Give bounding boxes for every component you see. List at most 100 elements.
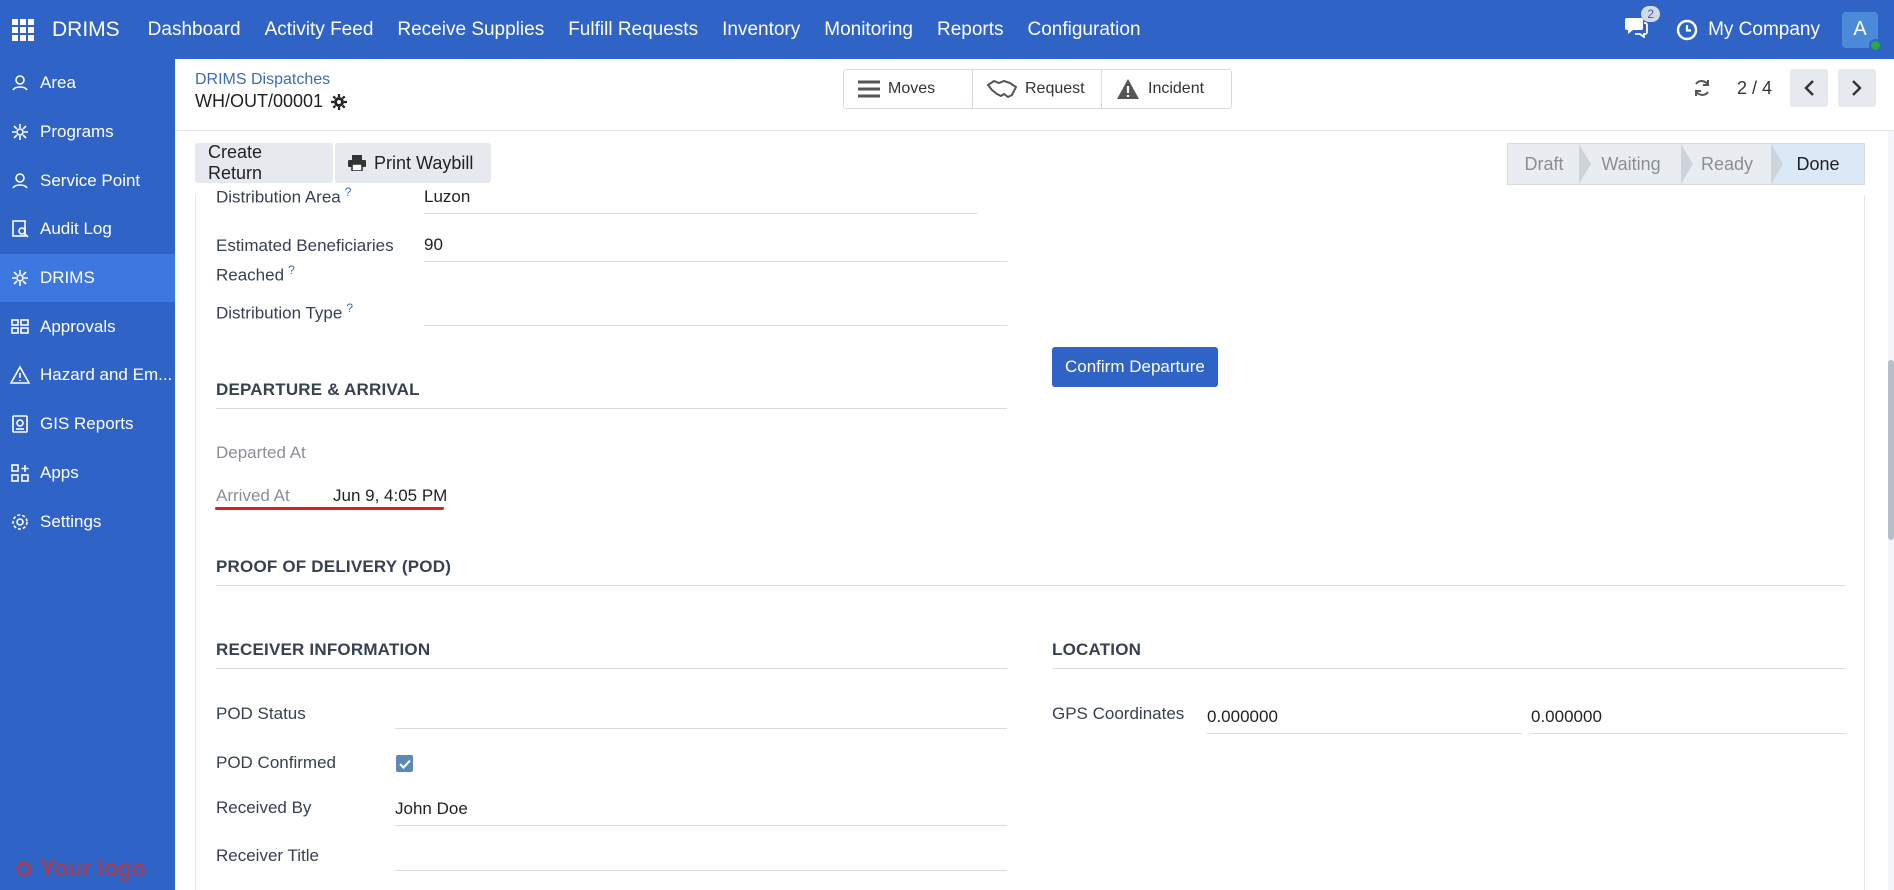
pod-confirmed-label: POD Confirmed bbox=[216, 753, 336, 772]
print-waybill-label: Print Waybill bbox=[374, 152, 474, 173]
moves-button[interactable]: Moves bbox=[844, 70, 973, 108]
avatar-letter: A bbox=[1853, 18, 1867, 40]
stage-draft[interactable]: Draft bbox=[1508, 144, 1580, 184]
request-button[interactable]: Request bbox=[973, 70, 1102, 108]
beneficiaries-label-line1: Estimated Beneficiaries bbox=[216, 236, 394, 255]
pod-status-field[interactable] bbox=[395, 703, 1007, 729]
distribution-type-label: Distribution Type? bbox=[216, 301, 353, 324]
sidebar-item-hazard[interactable]: Hazard and Em... bbox=[0, 351, 175, 400]
sidebar-item-programs[interactable]: Programs bbox=[0, 108, 175, 157]
breadcrumb-parent[interactable]: DRIMS Dispatches bbox=[195, 71, 330, 89]
incident-label: Incident bbox=[1148, 80, 1205, 97]
menu-monitoring[interactable]: Monitoring bbox=[812, 19, 925, 41]
gis-icon bbox=[10, 414, 30, 434]
arrived-at-value: Jun 9, 4:05 PM bbox=[333, 486, 448, 505]
chevron-right-icon bbox=[1852, 80, 1862, 96]
clock-icon[interactable] bbox=[1676, 19, 1698, 41]
status-bar: Draft Waiting Ready Done bbox=[1507, 143, 1865, 185]
distribution-type-label-text: Distribution Type bbox=[216, 303, 343, 323]
top-navbar: DRIMS Dashboard Activity Feed Receive Su… bbox=[0, 0, 1894, 59]
record-title: WH/OUT/00001 bbox=[195, 91, 348, 112]
settings-icon bbox=[10, 512, 30, 532]
gps-longitude-field[interactable]: 0.000000 bbox=[1531, 707, 1846, 734]
smart-button-group: Moves Request Incident bbox=[843, 69, 1232, 109]
service-point-icon bbox=[10, 171, 30, 191]
pod-confirmed-checkbox[interactable] bbox=[396, 755, 413, 772]
received-by-label: Received By bbox=[216, 798, 312, 817]
gps-latitude-field[interactable]: 0.000000 bbox=[1207, 707, 1522, 734]
stage-waiting[interactable]: Waiting bbox=[1579, 144, 1682, 184]
distribution-area-label-text: Distribution Area bbox=[216, 187, 341, 207]
pager-value[interactable]: 2 / 4 bbox=[1737, 78, 1772, 99]
sidebar-item-audit-log[interactable]: Audit Log bbox=[0, 205, 175, 254]
create-return-label: Create Return bbox=[208, 142, 263, 183]
receiver-title-field[interactable] bbox=[395, 845, 1007, 871]
app-brand[interactable]: DRIMS bbox=[52, 18, 120, 42]
help-icon[interactable]: ? bbox=[288, 263, 295, 277]
confirm-departure-button[interactable]: Confirm Departure bbox=[1052, 347, 1218, 387]
help-icon[interactable]: ? bbox=[346, 301, 353, 315]
departed-at-label: Departed At bbox=[216, 443, 306, 462]
sidebar: Area Programs Service Point Audit Log DR… bbox=[0, 59, 175, 890]
logo-text: Your logo bbox=[40, 855, 146, 881]
annotation-underline bbox=[215, 507, 444, 510]
scrollbar-thumb[interactable] bbox=[1888, 360, 1894, 540]
menu-reports[interactable]: Reports bbox=[925, 19, 1016, 41]
arrived-at-label: Arrived At bbox=[216, 486, 290, 505]
programs-icon bbox=[10, 122, 30, 142]
menu-dashboard[interactable]: Dashboard bbox=[136, 19, 253, 41]
beneficiaries-label-line2: Reached bbox=[216, 265, 285, 285]
chat-count-badge: 2 bbox=[1641, 6, 1661, 22]
refresh-icon[interactable] bbox=[1693, 79, 1711, 97]
chat-button[interactable]: 2 bbox=[1624, 6, 1661, 43]
checkmark-icon bbox=[398, 759, 411, 769]
hazard-icon bbox=[10, 365, 30, 385]
create-return-button[interactable]: Create Return bbox=[195, 142, 333, 183]
gear-icon[interactable] bbox=[331, 93, 348, 110]
sidebar-item-label: Hazard and Em... bbox=[40, 365, 173, 385]
user-avatar[interactable]: A bbox=[1842, 11, 1882, 52]
record-name: WH/OUT/00001 bbox=[195, 91, 324, 111]
stage-done[interactable]: Done bbox=[1771, 144, 1864, 184]
incident-button[interactable]: Incident bbox=[1102, 70, 1231, 108]
sidebar-item-settings[interactable]: Settings bbox=[0, 497, 175, 546]
print-icon bbox=[348, 155, 366, 171]
beneficiaries-label: Estimated Beneficiaries Reached? bbox=[216, 233, 394, 288]
sidebar-item-drims[interactable]: DRIMS bbox=[0, 253, 175, 303]
apps-icon bbox=[10, 463, 30, 483]
menu-fulfill-requests[interactable]: Fulfill Requests bbox=[556, 19, 710, 41]
sidebar-item-approvals[interactable]: Approvals bbox=[0, 302, 175, 351]
sidebar-item-apps[interactable]: Apps bbox=[0, 449, 175, 498]
form-sheet: Distribution Area? Luzon Estimated Benef… bbox=[195, 185, 1865, 890]
stage-ready[interactable]: Ready bbox=[1681, 144, 1772, 184]
company-switcher[interactable]: My Company bbox=[1708, 19, 1820, 41]
beneficiaries-field[interactable]: 90 bbox=[424, 235, 1007, 262]
pod-section-title: PROOF OF DELIVERY (POD) bbox=[216, 557, 1846, 586]
received-by-field[interactable]: John Doe bbox=[395, 799, 1007, 826]
distribution-area-label: Distribution Area? bbox=[216, 185, 351, 208]
menu-activity-feed[interactable]: Activity Feed bbox=[253, 19, 386, 41]
help-icon[interactable]: ? bbox=[345, 185, 352, 199]
menu-inventory[interactable]: Inventory bbox=[710, 19, 812, 41]
handshake-icon bbox=[987, 79, 1017, 99]
menu-receive-supplies[interactable]: Receive Supplies bbox=[385, 19, 556, 41]
sidebar-item-service-point[interactable]: Service Point bbox=[0, 156, 175, 205]
pager-previous-button[interactable] bbox=[1790, 69, 1828, 107]
app-grid-icon[interactable] bbox=[12, 18, 34, 41]
sidebar-item-label: Approvals bbox=[40, 316, 116, 336]
sidebar-item-label: Programs bbox=[40, 122, 114, 142]
distribution-type-field[interactable] bbox=[424, 301, 1007, 326]
sidebar-item-gis-reports[interactable]: GIS Reports bbox=[0, 400, 175, 449]
distribution-area-field[interactable]: Luzon bbox=[424, 187, 977, 214]
company-logo: Your logo bbox=[14, 855, 146, 882]
pod-status-label: POD Status bbox=[216, 704, 306, 723]
sidebar-item-label: Audit Log bbox=[40, 219, 112, 239]
menu-configuration[interactable]: Configuration bbox=[1016, 19, 1153, 41]
drims-icon bbox=[10, 268, 30, 288]
sidebar-item-label: DRIMS bbox=[40, 268, 95, 288]
logo-icon bbox=[16, 861, 32, 876]
print-waybill-button[interactable]: Print Waybill bbox=[335, 143, 491, 183]
audit-log-icon bbox=[10, 219, 30, 239]
pager-next-button[interactable] bbox=[1838, 69, 1876, 107]
sidebar-item-area[interactable]: Area bbox=[0, 59, 175, 108]
